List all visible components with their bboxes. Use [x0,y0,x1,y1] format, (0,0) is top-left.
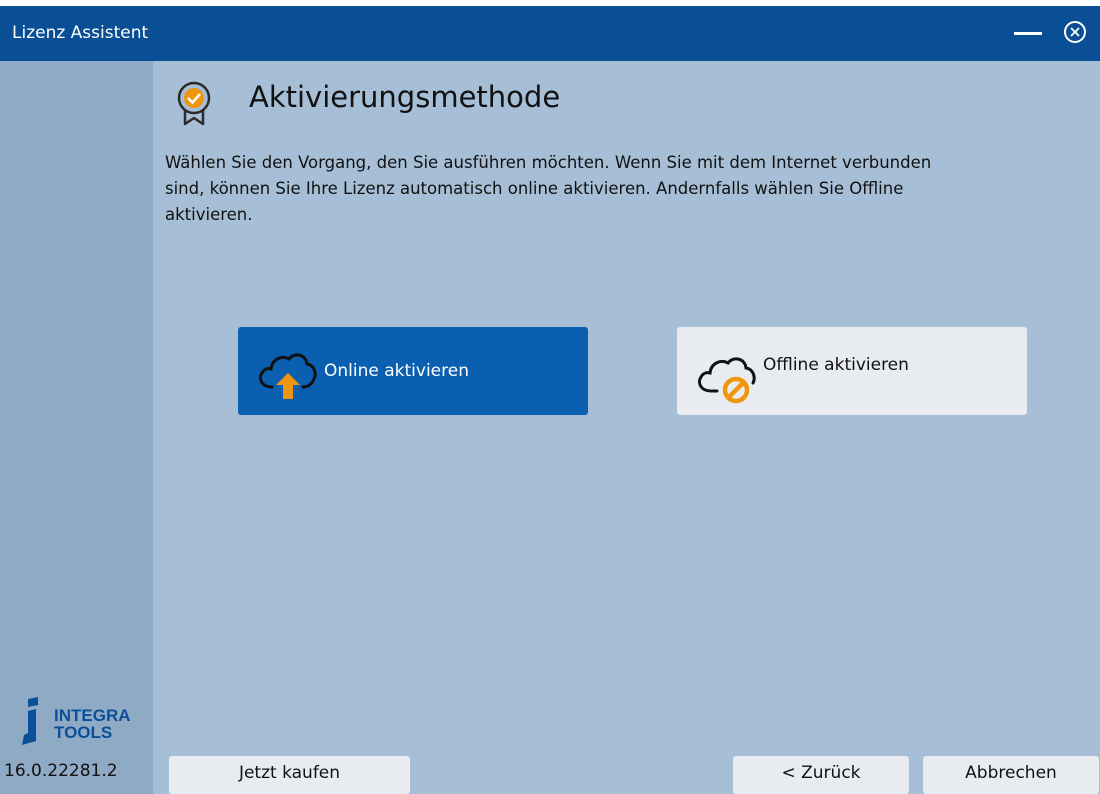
buy-now-button[interactable]: Jetzt kaufen [169,756,410,794]
title-bar: Lizenz Assistent [0,6,1100,61]
online-activate-button[interactable]: Online aktivieren [238,327,588,415]
cloud-upload-icon [258,353,317,399]
back-button[interactable]: < Zurück [733,756,909,794]
page-title: Aktivierungsmethode [249,80,561,114]
minimize-icon[interactable] [1014,32,1042,35]
close-icon[interactable] [1064,21,1086,43]
online-activate-label: Online aktivieren [324,361,469,381]
window-title: Lizenz Assistent [12,23,149,43]
sidebar: INTEGRA TOOLS 16.0.22281.2 [0,61,153,794]
logo-mark-icon [22,697,38,745]
version-label: 16.0.22281.2 [4,761,118,781]
award-badge-icon [177,81,211,126]
cancel-button[interactable]: Abbrechen [923,756,1099,794]
offline-activate-label: Offline aktivieren [763,355,909,375]
logo-line-2: TOOLS [54,723,113,742]
description-text: Wählen Sie den Vorgang, den Sie ausführe… [165,153,932,224]
logo-text: INTEGRA TOOLS [54,707,131,741]
cloud-blocked-icon [697,357,756,404]
offline-activate-button[interactable]: Offline aktivieren [677,327,1027,415]
integra-tools-logo: INTEGRA TOOLS [14,697,149,747]
